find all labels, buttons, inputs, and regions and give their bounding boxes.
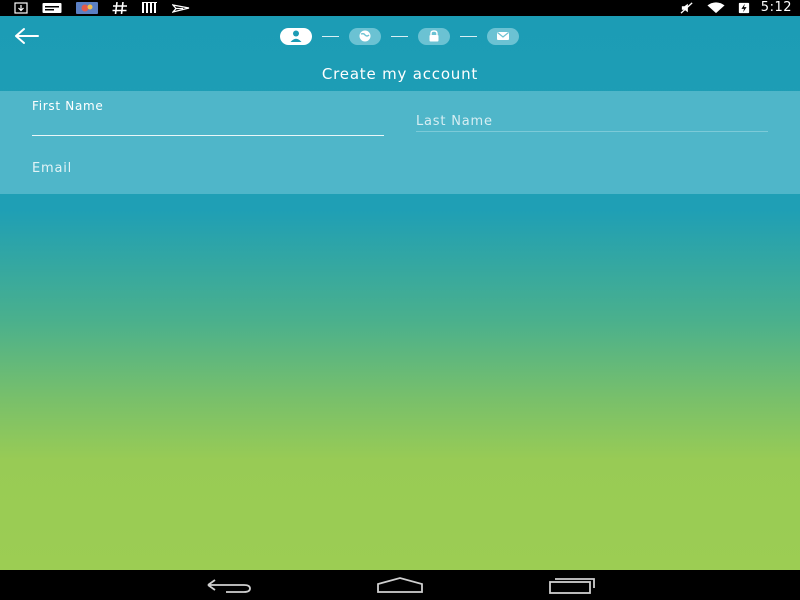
notification-icons [14,1,204,15]
email-field[interactable]: Email [32,161,384,176]
account-form: First Name Last Name Email [0,91,800,194]
step-password[interactable] [418,27,450,45]
system-nav-bar [0,570,800,600]
page-title: Create my account [321,65,479,83]
step-email[interactable] [487,27,519,45]
step-profile[interactable] [280,27,312,45]
email-input[interactable]: Email [32,161,384,176]
nav-back-button[interactable] [206,576,252,594]
hashtag-icon [112,2,127,14]
lock-icon [429,30,439,42]
news-icon [42,3,62,13]
battery-charging-icon [738,2,749,14]
first-name-input[interactable] [32,119,384,136]
plane-icon [172,4,190,13]
first-name-label: First Name [32,99,104,113]
system-icons: 5:12 [679,0,792,16]
signup-stepper [280,26,519,46]
nav-recents-button[interactable] [548,576,596,594]
download-icon [14,2,28,14]
home-nav-icon [377,577,423,593]
first-name-field: First Name [32,99,384,136]
person-icon [290,30,302,42]
mute-icon [680,2,693,14]
step-connector [322,35,339,37]
create-account-screen: 5:12 Create my account First Name Last N… [0,0,800,600]
step-connector [391,35,408,37]
step-location[interactable] [349,27,381,45]
status-bar: 5:12 [0,0,800,16]
barcode-icon [142,2,157,13]
last-name-input[interactable]: Last Name [416,114,768,132]
nav-home-button[interactable] [376,576,424,594]
app-bar: Create my account [0,16,800,91]
back-button[interactable] [12,24,42,48]
last-name-field[interactable]: Last Name [416,114,768,132]
clock: 5:12 [760,0,792,15]
globe-icon [359,30,371,42]
step-connector [460,35,477,37]
recents-nav-icon [549,578,595,594]
mail-icon [497,32,509,40]
arrow-left-icon [15,28,39,44]
wifi-icon [707,2,725,14]
back-nav-icon [207,579,251,593]
photo-icon [76,2,98,14]
